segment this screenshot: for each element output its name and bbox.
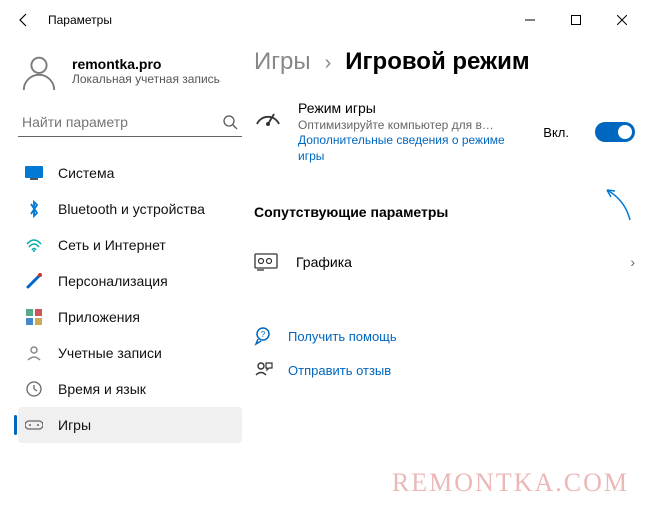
sidebar: remontka.pro Локальная учетная запись Си… <box>18 40 242 443</box>
chevron-right-icon: › <box>630 254 635 270</box>
help-label: Получить помощь <box>288 329 397 344</box>
apps-icon <box>24 307 44 327</box>
related-heading: Сопутствующие параметры <box>254 204 635 220</box>
nav-personalization[interactable]: Персонализация <box>18 263 242 299</box>
nav-time[interactable]: Время и язык <box>18 371 242 407</box>
graphics-icon <box>254 252 278 272</box>
nav-label: Персонализация <box>58 273 168 289</box>
feedback-label: Отправить отзыв <box>288 363 391 378</box>
account-name: remontka.pro <box>72 56 220 72</box>
page-title: Игровой режим <box>345 48 529 76</box>
nav-label: Учетные записи <box>58 345 162 361</box>
nav-label: Игры <box>58 417 91 433</box>
related-graphics[interactable]: Графика › <box>254 238 635 286</box>
nav-bluetooth[interactable]: Bluetooth и устройства <box>18 191 242 227</box>
nav-label: Время и язык <box>58 381 146 397</box>
gamemode-row: Режим игры Оптимизируйте компьютер для в… <box>254 100 635 164</box>
search-icon <box>222 114 238 130</box>
maximize-button[interactable] <box>553 4 599 36</box>
gaming-icon <box>24 415 44 435</box>
gamemode-title: Режим игры <box>298 100 527 116</box>
search-input[interactable] <box>22 114 222 130</box>
feedback-icon <box>254 360 274 380</box>
breadcrumb: Игры › Игровой режим <box>254 48 635 76</box>
account-block[interactable]: remontka.pro Локальная учетная запись <box>18 40 242 108</box>
titlebar: Параметры <box>0 0 653 40</box>
account-desc: Локальная учетная запись <box>72 72 220 86</box>
svg-text:?: ? <box>261 330 266 339</box>
close-button[interactable] <box>599 4 645 36</box>
system-icon <box>24 163 44 183</box>
window-controls <box>507 4 645 36</box>
personalization-icon <box>24 271 44 291</box>
chevron-right-icon: › <box>325 52 332 75</box>
window-title: Параметры <box>48 13 112 27</box>
gauge-icon <box>254 104 282 132</box>
nav-label: Приложения <box>58 309 140 325</box>
nav-label: Система <box>58 165 114 181</box>
back-arrow-icon <box>17 13 31 27</box>
network-icon <box>24 235 44 255</box>
breadcrumb-parent[interactable]: Игры <box>254 48 311 76</box>
back-button[interactable] <box>8 4 40 36</box>
gamemode-learn-more-link[interactable]: Дополнительные сведения о режиме игры <box>298 132 527 164</box>
nav-system[interactable]: Система <box>18 155 242 191</box>
main-panel: Игры › Игровой режим Режим игры Оптимизи… <box>242 40 635 443</box>
bluetooth-icon <box>24 199 44 219</box>
nav-network[interactable]: Сеть и Интернет <box>18 227 242 263</box>
nav-label: Сеть и Интернет <box>58 237 166 253</box>
feedback-link[interactable]: Отправить отзыв <box>254 360 635 380</box>
avatar-icon <box>20 52 58 90</box>
time-icon <box>24 379 44 399</box>
minimize-button[interactable] <box>507 4 553 36</box>
watermark: REMONTKA.COM <box>392 468 629 498</box>
nav-label: Bluetooth и устройства <box>58 201 205 217</box>
search-box[interactable] <box>18 108 242 137</box>
nav-gaming[interactable]: Игры <box>18 407 242 443</box>
toggle-label: Вкл. <box>543 125 569 140</box>
related-label: Графика <box>296 254 630 270</box>
nav-list: Система Bluetooth и устройства Сеть и Ин… <box>18 155 242 443</box>
nav-apps[interactable]: Приложения <box>18 299 242 335</box>
gamemode-desc: Оптимизируйте компьютер для во... <box>298 118 498 132</box>
help-icon: ? <box>254 326 274 346</box>
accounts-icon <box>24 343 44 363</box>
nav-accounts[interactable]: Учетные записи <box>18 335 242 371</box>
get-help-link[interactable]: ? Получить помощь <box>254 326 635 346</box>
gamemode-toggle[interactable] <box>595 122 635 142</box>
